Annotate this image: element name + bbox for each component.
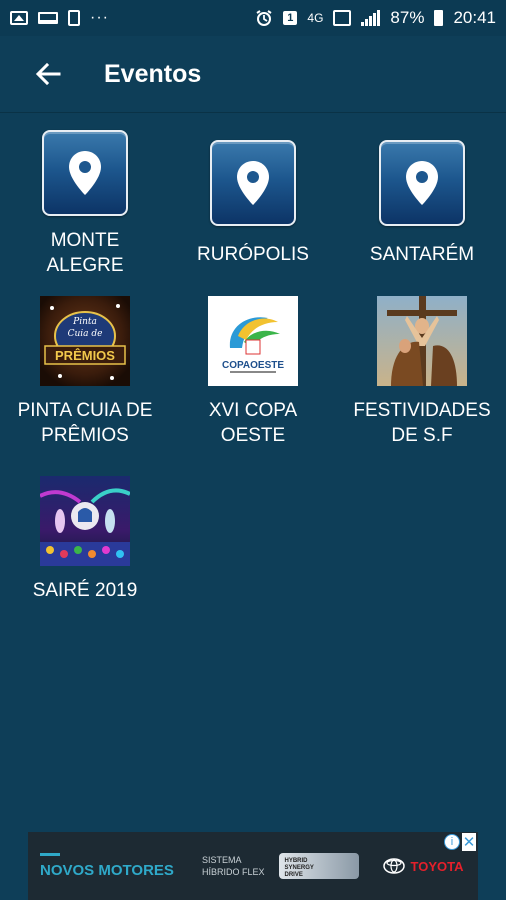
- ad-middle: SISTEMA HÍBRIDO FLEX HYBRID SYNERGY DRIV…: [188, 832, 368, 900]
- event-label: XVI COPA OESTE: [208, 400, 298, 446]
- event-label: SANTARÉM: [369, 244, 475, 265]
- event-label: SAIRÉ 2019: [32, 580, 138, 601]
- thumb-text-line-2: Cuia de: [68, 329, 103, 339]
- back-button[interactable]: [28, 54, 68, 94]
- more-notifications-icon: ···: [90, 9, 109, 26]
- ad-battery-text: HYBRID SYNERGY DRIVE: [285, 858, 314, 879]
- event-tile-pinta-cuia[interactable]: Pinta Cuia de PRÊMIOS PINTA CUIA DE PRÊM…: [1, 296, 169, 448]
- thumb-text-line-3: PRÊMIOS: [55, 348, 115, 363]
- phone-settings-icon: [68, 10, 80, 26]
- ad-headline: NOVOS MOTORES: [40, 862, 174, 879]
- event-label: PINTA CUIA DE PRÊMIOS: [17, 400, 153, 446]
- event-tile-santarem[interactable]: SANTARÉM: [338, 140, 506, 267]
- location-tile-button[interactable]: [210, 140, 296, 226]
- ad-battery-text-line-3: DRIVE: [284, 872, 303, 878]
- event-label: FESTIVIDADES DE S.F: [353, 400, 491, 446]
- event-tile-copa-oeste[interactable]: COPAOESTE XVI COPA OESTE: [169, 296, 337, 448]
- ad-accent-bar: [40, 853, 60, 856]
- app-bar: Eventos: [0, 36, 506, 112]
- copa-oeste-thumbnail: COPAOESTE: [208, 296, 298, 386]
- alarm-icon: [256, 10, 272, 26]
- laptop-icon: [38, 12, 58, 24]
- ad-battery-text-line-2: SYNERGY: [284, 865, 314, 871]
- status-left: ···: [10, 9, 109, 27]
- sim-signal-icon: [333, 10, 352, 26]
- app-bar-divider: [0, 112, 506, 113]
- ad-close-icon[interactable]: ✕: [462, 833, 476, 851]
- signal-strength-icon: [361, 10, 381, 26]
- event-label: MONTE ALEGRE: [46, 230, 124, 276]
- arrow-left-icon: [35, 62, 61, 86]
- network-type-label: 4G: [307, 11, 324, 25]
- ad-info-icon[interactable]: i: [444, 834, 460, 850]
- pinta-cuia-thumbnail: Pinta Cuia de PRÊMIOS: [40, 296, 130, 386]
- ad-subtext: SISTEMA HÍBRIDO FLEX: [202, 854, 265, 878]
- location-pin-icon: [406, 161, 438, 205]
- ad-brand-name: TOYOTA: [410, 858, 464, 874]
- event-tile-festividades[interactable]: FESTIVIDADES DE S.F: [338, 296, 506, 448]
- sim-badge: 1: [283, 11, 298, 25]
- festividades-thumbnail: [377, 296, 467, 386]
- page-title: Eventos: [104, 59, 202, 88]
- ad-battery-text-line-1: HYBRID: [284, 858, 308, 864]
- ad-headline-area: NOVOS MOTORES: [28, 832, 188, 900]
- clock: 20:41: [453, 8, 496, 27]
- status-bar: ··· 1 4G 87% 20:41: [0, 0, 506, 36]
- gallery-icon: [10, 11, 28, 25]
- status-right: 1 4G 87% 20:41: [255, 8, 496, 28]
- saire-thumbnail: [40, 476, 130, 566]
- thumb-text-line-1: Pinta: [72, 317, 97, 327]
- ad-banner[interactable]: NOVOS MOTORES SISTEMA HÍBRIDO FLEX HYBRI…: [28, 832, 478, 900]
- ad-subtext-line-2: HÍBRIDO FLEX: [202, 867, 265, 877]
- location-pin-icon: [69, 151, 101, 195]
- event-tile-monte-alegre[interactable]: MONTE ALEGRE: [1, 130, 169, 278]
- event-label: RURÓPOLIS: [197, 244, 309, 265]
- battery-percent: 87%: [390, 8, 425, 27]
- ad-battery-image: HYBRID SYNERGY DRIVE: [278, 853, 359, 879]
- location-tile-button[interactable]: [42, 130, 128, 216]
- location-pin-icon: [237, 161, 269, 205]
- thumb-text: COPAOESTE: [222, 360, 284, 371]
- ad-subtext-line-1: SISTEMA: [202, 855, 242, 865]
- location-tile-button[interactable]: [379, 140, 465, 226]
- event-tile-saire-2019[interactable]: SAIRÉ 2019: [1, 476, 169, 603]
- event-tile-ruropolis[interactable]: RURÓPOLIS: [169, 140, 337, 267]
- battery-icon: [434, 10, 444, 26]
- toyota-logo-icon: [382, 858, 405, 874]
